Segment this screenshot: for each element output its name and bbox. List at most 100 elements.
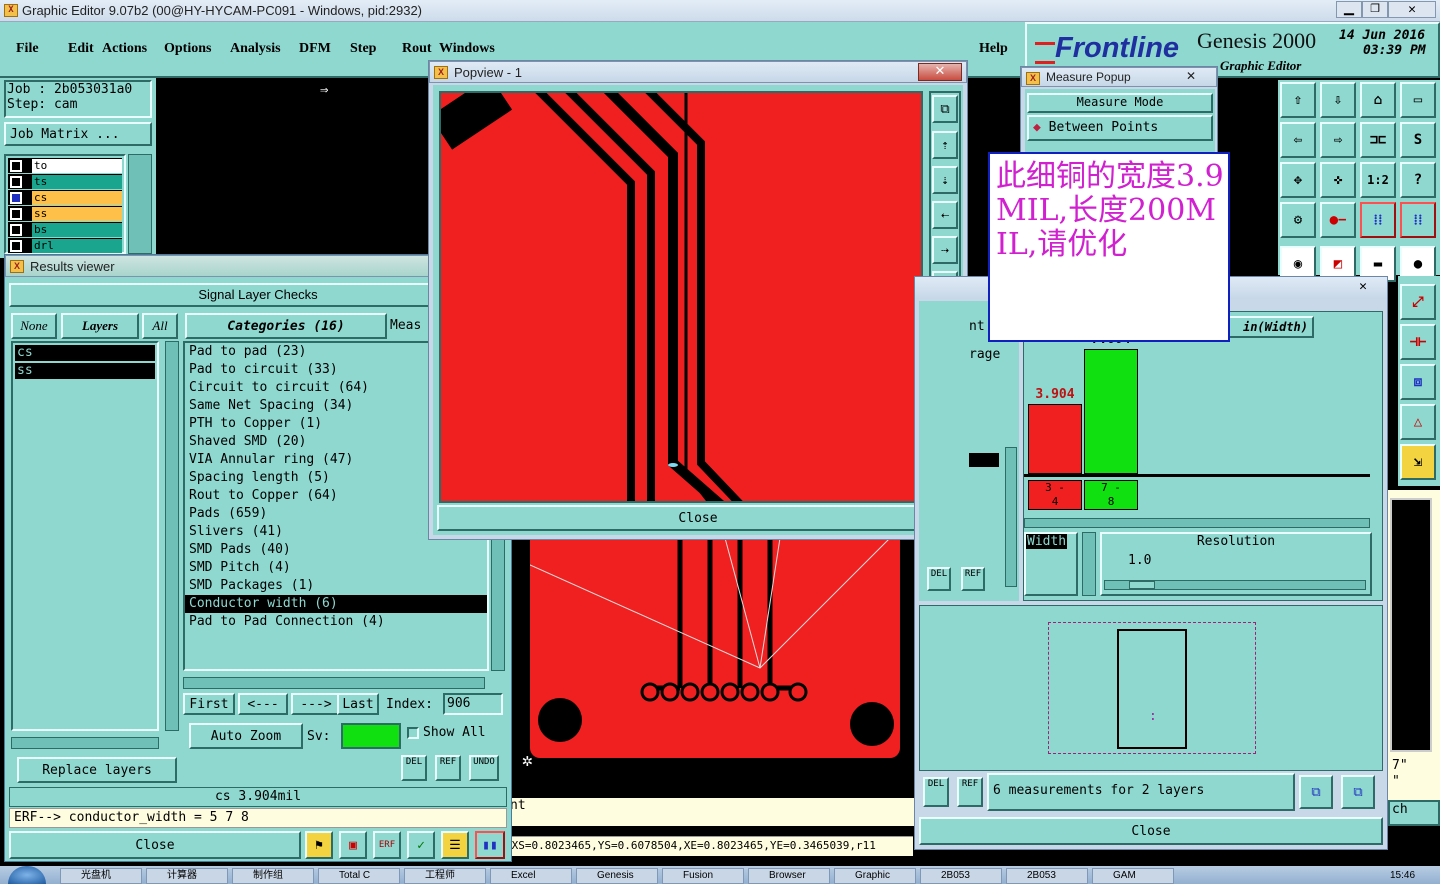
- prev-button[interactable]: <---: [238, 693, 288, 715]
- tb-s-icon[interactable]: S: [1400, 122, 1436, 158]
- layer-scrollbar[interactable]: [128, 154, 152, 254]
- menu-step[interactable]: Step: [350, 41, 376, 57]
- tool-list-icon[interactable]: ☰: [441, 831, 469, 859]
- measure-close-x[interactable]: ✕: [1186, 69, 1196, 83]
- layer-row-ss[interactable]: ss: [8, 206, 122, 221]
- layer-checkbox[interactable]: [10, 191, 22, 204]
- tb-right-icon[interactable]: ⇨: [1320, 122, 1356, 158]
- tb-grid-icon[interactable]: ⁞⁞: [1360, 202, 1396, 238]
- resolution-slider-thumb[interactable]: [1129, 581, 1155, 589]
- tool-chart-icon[interactable]: ▮▮: [475, 831, 505, 859]
- hist-tool-a-icon[interactable]: ⧉: [1299, 775, 1333, 809]
- tool-erf-icon[interactable]: ERF: [373, 831, 401, 859]
- tb-tools-icon[interactable]: ⚙: [1280, 202, 1316, 238]
- results-close-button[interactable]: Close: [9, 831, 301, 859]
- minimize-button[interactable]: ▁: [1336, 1, 1362, 18]
- menu-dfm[interactable]: DFM: [299, 41, 331, 57]
- hist-tool-b-icon[interactable]: ⧉: [1341, 775, 1375, 809]
- tb-home-icon[interactable]: ⌂: [1360, 82, 1396, 118]
- taskbar-item[interactable]: 工程师: [404, 868, 486, 884]
- layer-row-to[interactable]: to: [8, 158, 122, 173]
- tb-help-icon[interactable]: ?: [1400, 162, 1436, 198]
- hist-range-cell[interactable]: 3 -4: [1028, 480, 1082, 510]
- tb-down-icon[interactable]: ⇩: [1320, 82, 1356, 118]
- category-item[interactable]: Pad to Pad Connection (4): [185, 613, 487, 631]
- popview-canvas[interactable]: [439, 91, 923, 503]
- hist-hscroll[interactable]: [1024, 518, 1370, 528]
- all-button[interactable]: All: [142, 313, 178, 339]
- layer-row-ts[interactable]: ts: [8, 174, 122, 189]
- pv-zoom-fit-icon[interactable]: ⧉: [932, 95, 958, 123]
- tb-grid2-icon[interactable]: ⁞⁞: [1400, 202, 1436, 238]
- del-button[interactable]: DEL: [401, 755, 427, 781]
- taskbar-item[interactable]: Browser: [748, 868, 830, 884]
- menu-rout[interactable]: Rout: [402, 41, 432, 57]
- hist-ref-button[interactable]: REF: [957, 777, 983, 807]
- taskbar-item[interactable]: Genesis: [576, 868, 658, 884]
- layer-row-bs[interactable]: bs: [8, 222, 122, 237]
- show-all-checkbox[interactable]: [407, 727, 419, 739]
- ref-button[interactable]: REF: [435, 755, 461, 781]
- tb-center-icon[interactable]: ✜: [1320, 162, 1356, 198]
- layer-row-cs[interactable]: cs: [8, 190, 122, 205]
- sv-color-select[interactable]: [341, 723, 401, 749]
- tb-window-icon[interactable]: ▭: [1400, 82, 1436, 118]
- category-hscroll[interactable]: [183, 677, 485, 689]
- menu-file[interactable]: File: [16, 41, 39, 57]
- none-button[interactable]: None: [11, 313, 57, 339]
- hist-del-button-top[interactable]: DEL: [927, 567, 951, 591]
- menu-windows[interactable]: Windows: [439, 41, 495, 57]
- first-button[interactable]: First: [183, 693, 235, 715]
- menu-options[interactable]: Options: [164, 41, 211, 57]
- hist-bar[interactable]: [1084, 349, 1138, 474]
- tb-route-icon[interactable]: ⤢: [1400, 284, 1436, 320]
- hist-bar[interactable]: [1028, 404, 1082, 474]
- taskbar-item[interactable]: 光盘机: [60, 868, 142, 884]
- popview-close-button[interactable]: Close: [437, 505, 959, 531]
- popview-close-x[interactable]: ✕: [918, 63, 962, 81]
- tool-pin-icon[interactable]: ⚑: [305, 831, 333, 859]
- hist-vscroll[interactable]: [1082, 532, 1096, 596]
- category-item[interactable]: SMD Packages (1): [185, 577, 487, 595]
- undo-button[interactable]: UNDO: [469, 755, 499, 781]
- taskbar-item[interactable]: Excel: [490, 868, 572, 884]
- menu-help[interactable]: Help: [979, 41, 1008, 57]
- layers-button[interactable]: Layers: [61, 313, 139, 339]
- tb-select-icon[interactable]: ⇲: [1400, 444, 1436, 480]
- tb-up-icon[interactable]: ⇧: [1280, 82, 1316, 118]
- tool-board-icon[interactable]: ▣: [339, 831, 367, 859]
- replace-layers-button[interactable]: Replace layers: [17, 757, 177, 783]
- hist-del-button[interactable]: DEL: [923, 777, 949, 807]
- pv-pan-up-icon[interactable]: ⇡: [932, 131, 958, 159]
- app-close-button[interactable]: ✕: [1388, 1, 1436, 18]
- layer-checkbox[interactable]: [10, 223, 22, 236]
- taskbar-item[interactable]: GAM: [1092, 868, 1174, 884]
- taskbar-item[interactable]: 计算器: [146, 868, 228, 884]
- categories-button[interactable]: Categories (16): [185, 313, 387, 339]
- hist-ref-button-top[interactable]: REF: [961, 567, 985, 591]
- taskbar-item[interactable]: Total C: [318, 868, 400, 884]
- hist-close-x[interactable]: ✕: [1359, 279, 1367, 294]
- layer-checkbox[interactable]: [10, 175, 22, 188]
- result-layer-item[interactable]: ss: [15, 363, 155, 379]
- index-field[interactable]: 906: [443, 693, 503, 715]
- between-points-option[interactable]: ◆ Between Points: [1027, 115, 1213, 141]
- tb-fit-icon[interactable]: ✥: [1280, 162, 1316, 198]
- taskbar-item[interactable]: Fusion: [662, 868, 744, 884]
- tb-split-icon[interactable]: ⊐⊏: [1360, 122, 1396, 158]
- taskbar-item[interactable]: 2B053: [1006, 868, 1088, 884]
- layer-checkbox[interactable]: [10, 207, 22, 220]
- maximize-button[interactable]: ❐: [1362, 1, 1388, 18]
- taskbar-item[interactable]: 2B053: [920, 868, 1002, 884]
- category-item[interactable]: SMD Pads (40): [185, 541, 487, 559]
- menu-edit[interactable]: Edit: [68, 41, 94, 57]
- resolution-slider[interactable]: [1104, 580, 1366, 590]
- job-matrix-button[interactable]: Job Matrix ...: [4, 122, 152, 146]
- layer-checkbox[interactable]: [10, 239, 22, 252]
- next-button[interactable]: --->: [291, 693, 341, 715]
- tb-left-icon[interactable]: ⇦: [1280, 122, 1316, 158]
- layer-checkbox[interactable]: [10, 159, 22, 172]
- taskbar-item[interactable]: 制作组: [232, 868, 314, 884]
- layer-list-hscroll[interactable]: [11, 737, 159, 749]
- hist-range-cell[interactable]: 7 -8: [1084, 480, 1138, 510]
